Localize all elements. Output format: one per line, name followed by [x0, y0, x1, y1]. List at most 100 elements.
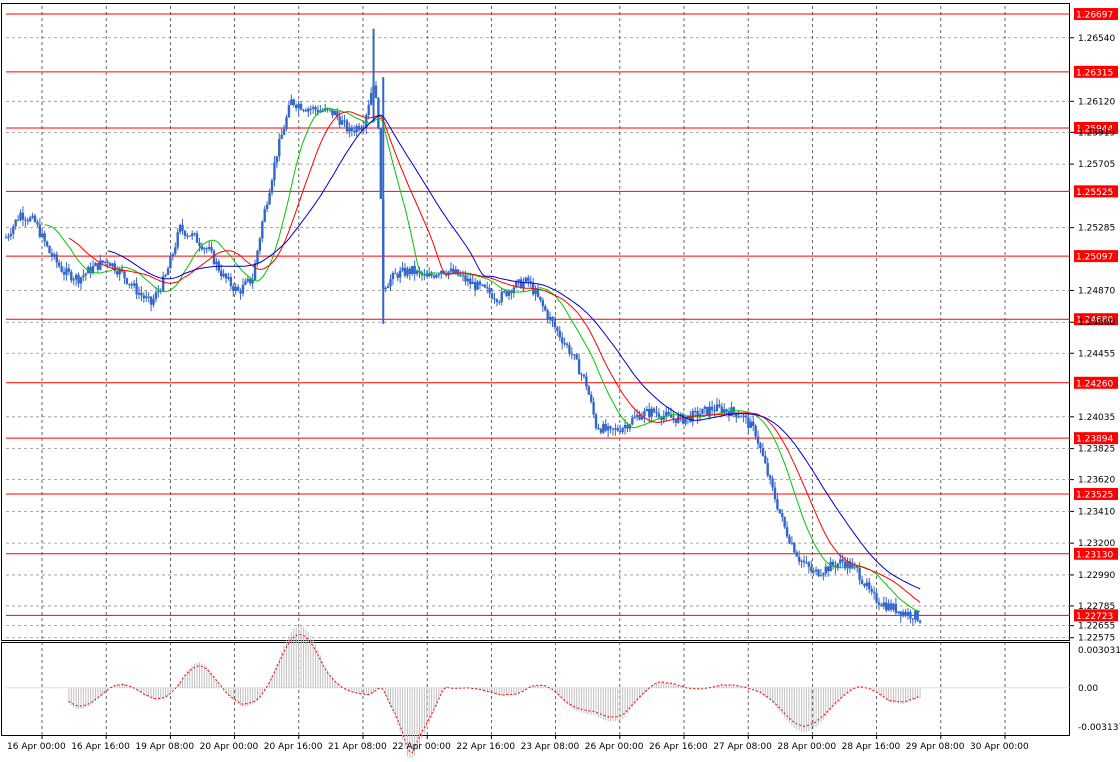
- candle-body: [55, 254, 58, 263]
- candle-body: [41, 233, 44, 237]
- candle-body: [918, 620, 922, 623]
- candle-body: [517, 279, 520, 282]
- candle-body: [89, 267, 92, 274]
- candle-body: [490, 293, 494, 299]
- candle-body: [174, 247, 177, 254]
- candle-body: [425, 274, 428, 277]
- candle-body: [524, 277, 528, 283]
- candle-body: [355, 126, 358, 133]
- x-tick-label: 30 Apr 00:00: [970, 742, 1029, 752]
- candle-body: [810, 566, 813, 572]
- price-level-label: 1.25525: [1076, 188, 1113, 198]
- candle-body: [635, 414, 639, 417]
- x-tick-label: 22 Apr 16:00: [456, 742, 515, 752]
- candle-body: [764, 455, 767, 464]
- candle-body: [785, 527, 789, 537]
- candle-body: [193, 233, 196, 235]
- candle-body: [116, 271, 119, 275]
- candle-body: [265, 204, 269, 210]
- candle-body: [176, 232, 179, 248]
- candle-body: [602, 424, 605, 433]
- candle-body: [343, 120, 346, 122]
- candle-body: [309, 108, 312, 110]
- y-tick-label: 1.24455: [1078, 349, 1115, 359]
- x-tick-label: 26 Apr 00:00: [585, 742, 644, 752]
- candle-body: [483, 284, 486, 288]
- y-tick-label: 1.22990: [1078, 571, 1115, 581]
- candle-body: [737, 416, 740, 418]
- candle-body: [650, 408, 653, 417]
- candle-body: [302, 109, 305, 111]
- candle-body: [573, 354, 576, 356]
- candle-body: [377, 98, 380, 128]
- candle-body: [611, 428, 615, 430]
- candle-body: [60, 266, 63, 272]
- x-tick-label: 20 Apr 00:00: [200, 742, 259, 752]
- candle-body: [149, 296, 153, 305]
- candle-body: [280, 134, 283, 139]
- candle-body: [67, 268, 71, 272]
- candle-body: [710, 406, 714, 411]
- candle-body: [478, 281, 482, 285]
- candle-body: [911, 618, 915, 620]
- candle-body: [106, 261, 109, 264]
- candle-body: [469, 278, 472, 284]
- candle-body: [568, 345, 571, 354]
- y-tick-label: 1.25705: [1078, 160, 1115, 170]
- candle-body: [887, 603, 890, 611]
- candle-body: [135, 283, 138, 295]
- y-tick-label: 1.23825: [1078, 445, 1115, 455]
- candle-body: [865, 582, 869, 587]
- candle-body: [732, 407, 736, 413]
- candle-body: [498, 302, 501, 304]
- candle-body: [548, 317, 552, 319]
- candle-body: [186, 235, 189, 237]
- candle-body: [776, 499, 779, 510]
- candle-body: [539, 296, 542, 301]
- candle-body: [805, 562, 808, 564]
- candle-body: [19, 212, 22, 221]
- candle-body: [870, 589, 873, 592]
- candle-body: [648, 409, 651, 417]
- candle-body: [353, 130, 356, 133]
- y-tick-label: 1.22655: [1078, 622, 1115, 632]
- candle-body: [819, 575, 823, 577]
- candle-body: [435, 275, 438, 278]
- candle-body: [493, 298, 496, 300]
- candle-body: [452, 268, 455, 274]
- candle-body: [563, 343, 566, 345]
- candle-body: [357, 126, 361, 130]
- candle-body: [203, 248, 206, 250]
- candle-body: [403, 267, 407, 276]
- candle-body: [282, 129, 286, 135]
- candle-body: [70, 271, 73, 281]
- candle-body: [778, 509, 782, 514]
- candle-body: [16, 219, 20, 221]
- candle-body: [788, 536, 791, 544]
- candle-body: [839, 559, 842, 564]
- candle-body: [889, 603, 893, 610]
- candle-body: [58, 262, 61, 267]
- candle-body: [631, 418, 634, 425]
- candle-body: [909, 612, 912, 619]
- candle-body: [111, 263, 114, 267]
- candle-body: [241, 284, 245, 294]
- candle-body: [43, 233, 46, 242]
- candle-body: [270, 180, 274, 193]
- price-level-label: 1.25097: [1076, 253, 1113, 263]
- candle-body: [181, 224, 184, 231]
- candle-body: [875, 593, 878, 603]
- candle-body: [713, 410, 716, 412]
- candle-body: [544, 306, 547, 311]
- candle-body: [72, 279, 75, 281]
- candle-body: [473, 281, 477, 290]
- candle-body: [672, 417, 675, 419]
- x-tick-label: 19 Apr 08:00: [135, 742, 194, 752]
- candle-body: [234, 286, 237, 291]
- candle-body: [645, 409, 649, 412]
- candle-body: [210, 247, 213, 251]
- candle-body: [50, 253, 54, 257]
- candle-body: [123, 271, 126, 279]
- candle-body: [258, 238, 262, 251]
- candle-body: [882, 602, 885, 607]
